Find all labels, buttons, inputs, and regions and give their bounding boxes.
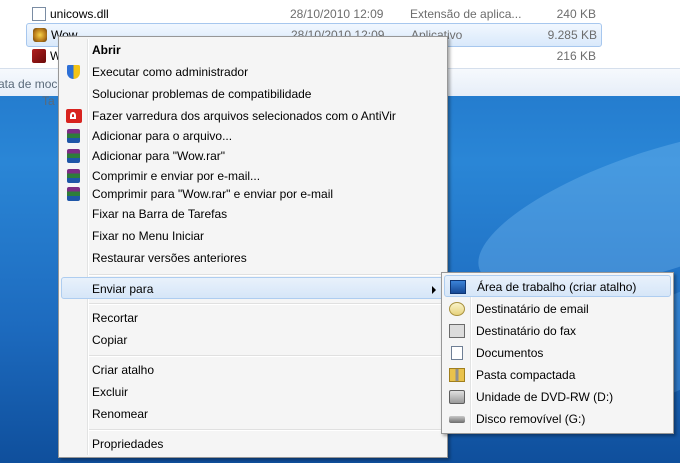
file-date: 28/10/2010 12:09 (290, 7, 384, 21)
sendto-item-documents[interactable]: Documentos (444, 342, 671, 364)
documents-icon (451, 346, 463, 360)
file-row-unicows[interactable]: unicows.dll 28/10/2010 12:09 Extensão de… (26, 3, 600, 25)
fax-icon (449, 324, 465, 338)
menu-item-open[interactable]: Abrir (61, 39, 445, 61)
menu-item-cut[interactable]: Recortar (61, 307, 445, 329)
winrar-icon (67, 169, 80, 183)
menu-item-run-as-admin[interactable]: Executar como administrador (61, 61, 445, 83)
menu-item-copy[interactable]: Copiar (61, 329, 445, 351)
file-name: unicows.dll (50, 7, 109, 21)
menu-item-send-to[interactable]: Enviar para (61, 277, 445, 299)
sendto-item-zip[interactable]: Pasta compactada (444, 364, 671, 386)
file-size: 216 KB (556, 49, 596, 63)
menu-item-create-shortcut[interactable]: Criar atalho (61, 359, 445, 381)
mail-recipient-icon (449, 302, 465, 316)
wow-app-icon (33, 28, 47, 42)
file-size: 240 KB (556, 7, 596, 21)
antivir-icon (66, 109, 82, 123)
dvd-drive-icon (449, 390, 465, 404)
sendto-item-fax[interactable]: Destinatário do fax (444, 320, 671, 342)
details-label: ata de moc (0, 77, 58, 91)
dll-file-icon (32, 7, 46, 21)
menu-item-antivir-scan[interactable]: Fazer varredura dos arquivos selecionado… (61, 105, 445, 127)
wow-error-icon (32, 49, 46, 63)
menu-item-restore-versions[interactable]: Restaurar versões anteriores (61, 247, 445, 269)
menu-item-add-to-wow-rar[interactable]: Adicionar para "Wow.rar" (61, 145, 445, 167)
menu-item-pin-start[interactable]: Fixar no Menu Iniciar (61, 225, 445, 247)
menu-item-pin-taskbar[interactable]: Fixar na Barra de Tarefas (61, 203, 445, 225)
details-label: Ta (42, 94, 55, 108)
menu-item-compress-wow-email[interactable]: Comprimir para "Wow.rar" e enviar por e-… (61, 183, 445, 205)
sendto-item-desktop[interactable]: Área de trabalho (criar atalho) (444, 275, 671, 297)
send-to-submenu: Área de trabalho (criar atalho) Destinat… (441, 272, 674, 434)
desktop-icon (450, 280, 466, 294)
menu-separator (89, 274, 444, 276)
sendto-item-dvd[interactable]: Unidade de DVD-RW (D:) (444, 386, 671, 408)
zip-folder-icon (449, 368, 465, 382)
menu-item-rename[interactable]: Renomear (61, 403, 445, 425)
submenu-arrow-icon (432, 286, 436, 294)
uac-shield-icon (67, 65, 80, 79)
removable-disk-icon (449, 416, 465, 423)
menu-separator (89, 355, 444, 357)
menu-item-troubleshoot[interactable]: Solucionar problemas de compatibilidade (61, 83, 445, 105)
menu-separator (89, 303, 444, 305)
menu-item-delete[interactable]: Excluir (61, 381, 445, 403)
file-size: 9.285 KB (547, 28, 597, 42)
menu-separator (89, 429, 444, 431)
winrar-icon (67, 187, 80, 201)
sendto-item-mail[interactable]: Destinatário de email (444, 298, 671, 320)
winrar-icon (67, 129, 80, 143)
winrar-icon (67, 149, 80, 163)
menu-item-add-to-archive[interactable]: Adicionar para o arquivo... (61, 125, 445, 147)
sendto-item-removable[interactable]: Disco removível (G:) (444, 408, 671, 430)
menu-item-properties[interactable]: Propriedades (61, 433, 445, 455)
context-menu: Abrir Executar como administrador Soluci… (58, 36, 448, 458)
